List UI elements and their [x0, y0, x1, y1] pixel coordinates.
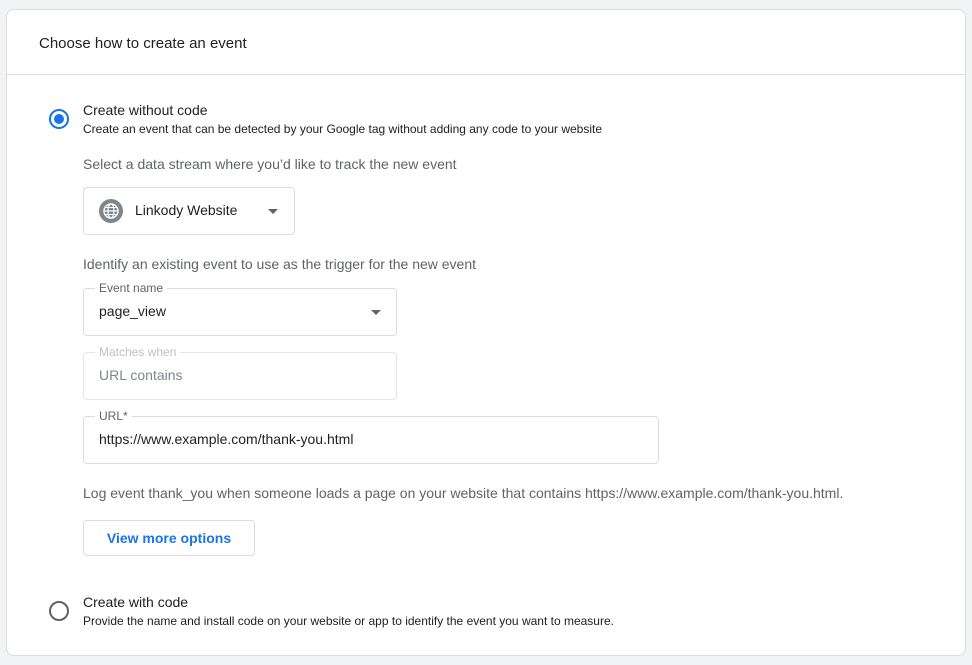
option-title-without-code: Create without code: [83, 102, 208, 118]
chevron-down-icon: [268, 209, 278, 214]
event-summary: Log event thank_you when someone loads a…: [83, 485, 844, 501]
data-stream-value: Linkody Website: [135, 202, 238, 218]
event-name-select[interactable]: Event name page_view: [83, 281, 397, 336]
matches-when-field: Matches when URL contains: [83, 345, 397, 400]
option-description-with-code: Provide the name and install code on you…: [83, 614, 614, 628]
url-label: URL*: [95, 409, 132, 423]
trigger-prompt: Identify an existing event to use as the…: [83, 256, 477, 272]
url-value[interactable]: https://www.example.com/thank-you.html: [99, 431, 353, 447]
event-name-value: page_view: [99, 303, 166, 319]
data-stream-select[interactable]: Linkody Website: [83, 187, 295, 235]
matches-when-value: URL contains: [99, 367, 183, 383]
radio-create-with-code[interactable]: [49, 601, 69, 621]
option-title-with-code: Create with code: [83, 594, 189, 610]
create-event-card: Choose how to create an event Create wit…: [6, 9, 966, 656]
matches-when-label: Matches when: [95, 345, 181, 359]
radio-selected-dot: [54, 114, 64, 124]
view-more-options-button[interactable]: View more options: [83, 520, 255, 556]
stream-prompt: Select a data stream where you’d like to…: [83, 156, 457, 172]
globe-icon: [99, 199, 123, 223]
card-title: Choose how to create an event: [7, 10, 965, 75]
event-name-label: Event name: [95, 281, 168, 295]
option-description-without-code: Create an event that can be detected by …: [83, 122, 603, 136]
url-input[interactable]: URL* https://www.example.com/thank-you.h…: [83, 409, 659, 464]
radio-create-without-code[interactable]: [49, 109, 69, 129]
chevron-down-icon: [371, 310, 381, 315]
